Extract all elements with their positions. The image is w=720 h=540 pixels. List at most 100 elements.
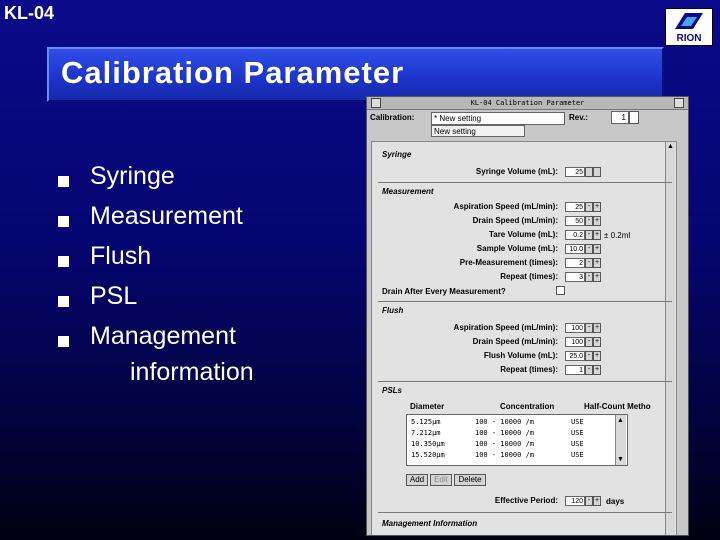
bullet-square-icon [58,336,69,347]
increment-button[interactable]: + [593,230,601,240]
bullet-square-icon [58,216,69,227]
decrement-button[interactable]: - [585,365,593,375]
psl-column-diameter: Diameter [410,402,445,411]
aspiration-speed-label: Aspiration Speed (mL/min): [453,202,558,211]
rion-logo-mark-icon [675,13,703,29]
tare-volume-label: Tare Volume (mL): [488,230,558,239]
psl-list[interactable]: 5.125µm 100 - 10000 /m USE 7.212µm 100 -… [406,414,628,466]
section-measurement-title: Measurement [382,187,434,196]
tare-volume-field[interactable]: 0.2 [565,230,585,240]
pre-measurement-field[interactable]: 2 [565,258,585,268]
repeat-field[interactable]: 3 [565,272,585,282]
flush-volume-label: Flush Volume (mL): [483,351,558,360]
syringe-volume-spin[interactable] [593,167,601,177]
psl-diameter: 10.350µm [411,440,445,448]
decrement-button[interactable]: - [585,258,593,268]
pre-measurement-label: Pre-Measurement (times): [459,258,558,267]
flush-drain-speed-field[interactable]: 100 [565,337,585,347]
flush-volume-field[interactable]: 25.0 [565,351,585,361]
increment-button[interactable]: + [593,258,601,268]
decrement-button[interactable]: - [585,272,593,282]
slide-id: KL-04 [4,3,55,23]
flush-aspiration-speed-field[interactable]: 100 [565,323,585,333]
bullet-continuation: information [130,358,254,386]
calibration-option[interactable]: New setting [431,125,525,137]
psl-column-concentration: Concentration [500,402,555,411]
divider [378,301,672,302]
drain-speed-label: Drain Speed (mL/min): [472,216,558,225]
increment-button[interactable]: + [593,323,601,333]
psl-list-scrollbar[interactable]: ▲ ▼ [615,415,626,465]
decrement-button[interactable]: - [585,323,593,333]
increment-button[interactable]: + [593,351,601,361]
increment-button[interactable]: + [593,202,601,212]
effective-period-unit: days [606,497,625,506]
rev-box[interactable] [629,111,639,124]
bullet-text: Flush [90,242,152,270]
drain-after-checkbox[interactable] [556,286,565,295]
panel-scrollbar[interactable]: ▲ [665,142,675,535]
bullet-square-icon [58,256,69,267]
effective-period-field[interactable]: 120 [565,496,585,506]
decrement-button[interactable]: - [585,216,593,226]
drain-speed-field[interactable]: 50 [565,216,585,226]
flush-repeat-field[interactable]: 1 [565,365,585,375]
increment-button[interactable]: + [593,272,601,282]
scroll-up-icon[interactable]: ▲ [666,142,675,151]
add-psl-button[interactable]: Add [406,474,428,486]
decrement-button[interactable]: - [585,202,593,212]
increment-button[interactable]: + [593,216,601,226]
flush-repeat-label: Repeat (times): [500,365,558,374]
increment-button[interactable]: + [593,244,601,254]
calibration-dialog: KL-04 Calibration Parameter Calibration:… [366,96,689,536]
bullet-text: Syringe [90,162,175,190]
scroll-down-icon[interactable]: ▼ [616,455,625,464]
psl-concentration: 100 - 10000 /m [475,429,535,437]
table-row[interactable]: 5.125µm 100 - 10000 /m USE [407,418,615,428]
aspiration-speed-field[interactable]: 25 [565,202,585,212]
divider [378,182,672,183]
window-menu-icon[interactable] [371,98,381,108]
tare-tolerance: ± 0.2ml [604,231,631,240]
increment-button[interactable]: + [593,496,601,506]
table-row[interactable]: 7.212µm 100 - 10000 /m USE [407,429,615,439]
decrement-button[interactable]: - [585,337,593,347]
section-flush-title: Flush [382,306,404,315]
psl-diameter: 7.212µm [411,429,441,437]
bullet-text: Management [90,322,236,350]
psl-concentration: 100 - 10000 /m [475,451,535,459]
bullet-square-icon [58,296,69,307]
psl-diameter: 5.125µm [411,418,441,426]
table-row[interactable]: 10.350µm 100 - 10000 /m USE [407,440,615,450]
syringe-volume-field[interactable]: 25 [565,167,585,177]
decrement-button[interactable]: - [585,496,593,506]
psl-half-count: USE [571,440,584,448]
edit-psl-button[interactable]: Edit [430,474,452,486]
delete-psl-button[interactable]: Delete [454,474,486,486]
increment-button[interactable]: + [593,365,601,375]
title-bar: Calibration Parameter [47,47,664,102]
dialog-titlebar[interactable]: KL-04 Calibration Parameter [367,97,688,110]
decrement-button[interactable]: - [585,244,593,254]
window-close-icon[interactable] [674,98,684,108]
flush-aspiration-speed-label: Aspiration Speed (mL/min): [453,323,558,332]
syringe-volume-spin[interactable] [585,167,593,177]
settings-panel: ▲ Syringe Syringe Volume (mL): 25 Measur… [371,141,677,535]
psl-half-count: USE [571,451,584,459]
sample-volume-field[interactable]: 10.0 [565,244,585,254]
decrement-button[interactable]: - [585,230,593,240]
section-psls-title: PSLs [382,386,403,395]
rev-field[interactable]: 1 [611,111,629,124]
increment-button[interactable]: + [593,337,601,347]
logo-text: RION [676,33,702,44]
psl-half-count: USE [571,418,584,426]
psl-half-count: USE [571,429,584,437]
drain-after-label: Drain After Every Measurement? [382,287,506,296]
decrement-button[interactable]: - [585,351,593,361]
scroll-up-icon[interactable]: ▲ [616,416,625,425]
rev-label: Rev.: [569,113,588,122]
calibration-select[interactable]: * New setting [431,112,565,125]
bullet-text: PSL [90,282,138,310]
sample-volume-label: Sample Volume (mL): [476,244,558,253]
table-row[interactable]: 15.520µm 100 - 10000 /m USE [407,451,615,461]
